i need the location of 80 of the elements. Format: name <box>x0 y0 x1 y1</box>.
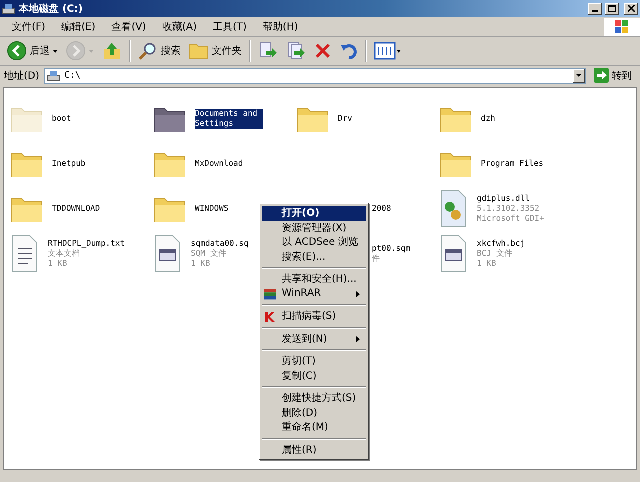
folders-button[interactable]: 文件夹 <box>186 39 245 63</box>
settings-file-icon <box>439 190 469 228</box>
file-detail: 1 KB <box>48 258 68 268</box>
context-menu-item[interactable]: 创建快捷方式(S) <box>262 391 366 406</box>
file-name[interactable]: pt00.sqm <box>372 244 411 254</box>
submenu-arrow-icon <box>356 336 360 342</box>
close-icon <box>628 5 634 12</box>
back-button[interactable]: 后退 <box>4 39 61 63</box>
maximize-button[interactable] <box>605 2 619 14</box>
file-detail: BCJ 文件 <box>477 248 514 258</box>
file-detail: 文本文档 <box>48 248 81 258</box>
archive-icon <box>264 288 276 300</box>
caret-icon <box>576 74 582 77</box>
search-button[interactable]: 搜索 <box>135 39 184 63</box>
file-name[interactable]: Inetpub <box>52 158 86 168</box>
menu-item[interactable]: 帮助(H) <box>254 20 306 34</box>
file-detail: 1 KB <box>191 258 212 268</box>
copy-to-folder-icon <box>286 41 306 61</box>
file-name[interactable]: RTHDCPL_Dump.txt <box>48 238 126 248</box>
windows-logo <box>604 18 640 36</box>
dropdown-button[interactable] <box>573 68 585 82</box>
search-icon <box>138 41 158 61</box>
file-name[interactable]: Drv <box>338 114 352 124</box>
context-menu-item[interactable]: 属性(R) <box>262 442 366 457</box>
move-to-folder-icon <box>258 41 278 61</box>
submenu-arrow-icon <box>356 290 360 298</box>
file-detail: SQM 文件 <box>191 248 228 258</box>
file-detail: 件 <box>372 254 381 264</box>
go-arrow-icon <box>594 68 609 83</box>
file-detail: 5.1.3102.3352 <box>477 204 541 214</box>
context-menu-item[interactable]: 复制(C) <box>262 368 366 383</box>
folder-up-icon <box>102 41 122 61</box>
context-menu-item[interactable]: 删除(D) <box>262 406 366 420</box>
menu-item[interactable]: 收藏(A) <box>154 20 205 34</box>
context-menu-item[interactable]: 共享和安全(H)... <box>262 272 366 286</box>
file-name[interactable]: Documents and Settings <box>195 108 263 128</box>
maximize-icon <box>608 5 616 12</box>
delete-icon <box>314 42 332 60</box>
drive-icon <box>46 70 61 82</box>
address-field[interactable]: C:\ <box>44 68 586 84</box>
context-menu-item[interactable]: 发送到(N) <box>262 332 366 346</box>
file-name[interactable]: xkcfwh.bcj <box>477 238 526 248</box>
file-detail: 1 KB <box>477 258 498 268</box>
file-name[interactable]: dzh <box>481 114 496 124</box>
file-name[interactable]: MxDownload <box>195 158 244 168</box>
file-name[interactable]: boot <box>52 114 72 124</box>
undo-icon <box>340 42 358 60</box>
file-name[interactable]: gdiplus.dll <box>477 194 544 204</box>
menu-item[interactable]: 查看(V) <box>104 20 154 34</box>
file-detail: Microsoft GDI+ <box>477 214 544 224</box>
close-button[interactable] <box>624 2 638 14</box>
context-menu-item[interactable]: 以 ACDSee 浏览 <box>262 235 366 250</box>
context-menu-item[interactable]: WinRAR <box>262 286 366 301</box>
context-menu-item[interactable]: 重命名(M) <box>262 420 366 434</box>
data-file-icon <box>439 234 469 272</box>
menu-item[interactable]: 编辑(E) <box>54 20 104 34</box>
text-file-icon <box>10 234 40 272</box>
caret-icon <box>53 50 58 52</box>
antivirus-icon <box>264 311 275 322</box>
address-label: 地址(D) <box>4 70 40 82</box>
folder-icon <box>189 42 209 60</box>
context-menu-item[interactable]: 搜索(E)... <box>262 250 366 264</box>
file-name[interactable]: sqmdata00.sq <box>191 238 249 248</box>
file-name[interactable]: 2008 <box>372 204 392 214</box>
menu-item[interactable]: 工具(T) <box>205 20 255 34</box>
file-name[interactable]: WINDOWS <box>195 204 229 214</box>
go-button[interactable]: 转到 <box>590 67 636 84</box>
context-menu-item[interactable]: 剪切(T) <box>262 354 366 368</box>
minimize-button[interactable] <box>588 2 602 14</box>
context-menu-item[interactable]: 资源管理器(X) <box>262 220 366 235</box>
context-menu-item[interactable]: 打开(O) <box>262 206 366 220</box>
drive-icon <box>2 2 16 14</box>
file-name[interactable]: Program Files <box>481 158 544 168</box>
caret-icon <box>89 50 94 52</box>
menu-item[interactable]: 文件(F) <box>4 20 54 34</box>
window-title: 本地磁盘 (C:) <box>19 2 84 16</box>
data-file-icon <box>153 234 183 272</box>
views-icon <box>374 42 402 60</box>
context-menu-item[interactable]: 扫描病毒(S) <box>262 309 366 324</box>
file-name[interactable]: TDDOWNLOAD <box>52 204 100 214</box>
